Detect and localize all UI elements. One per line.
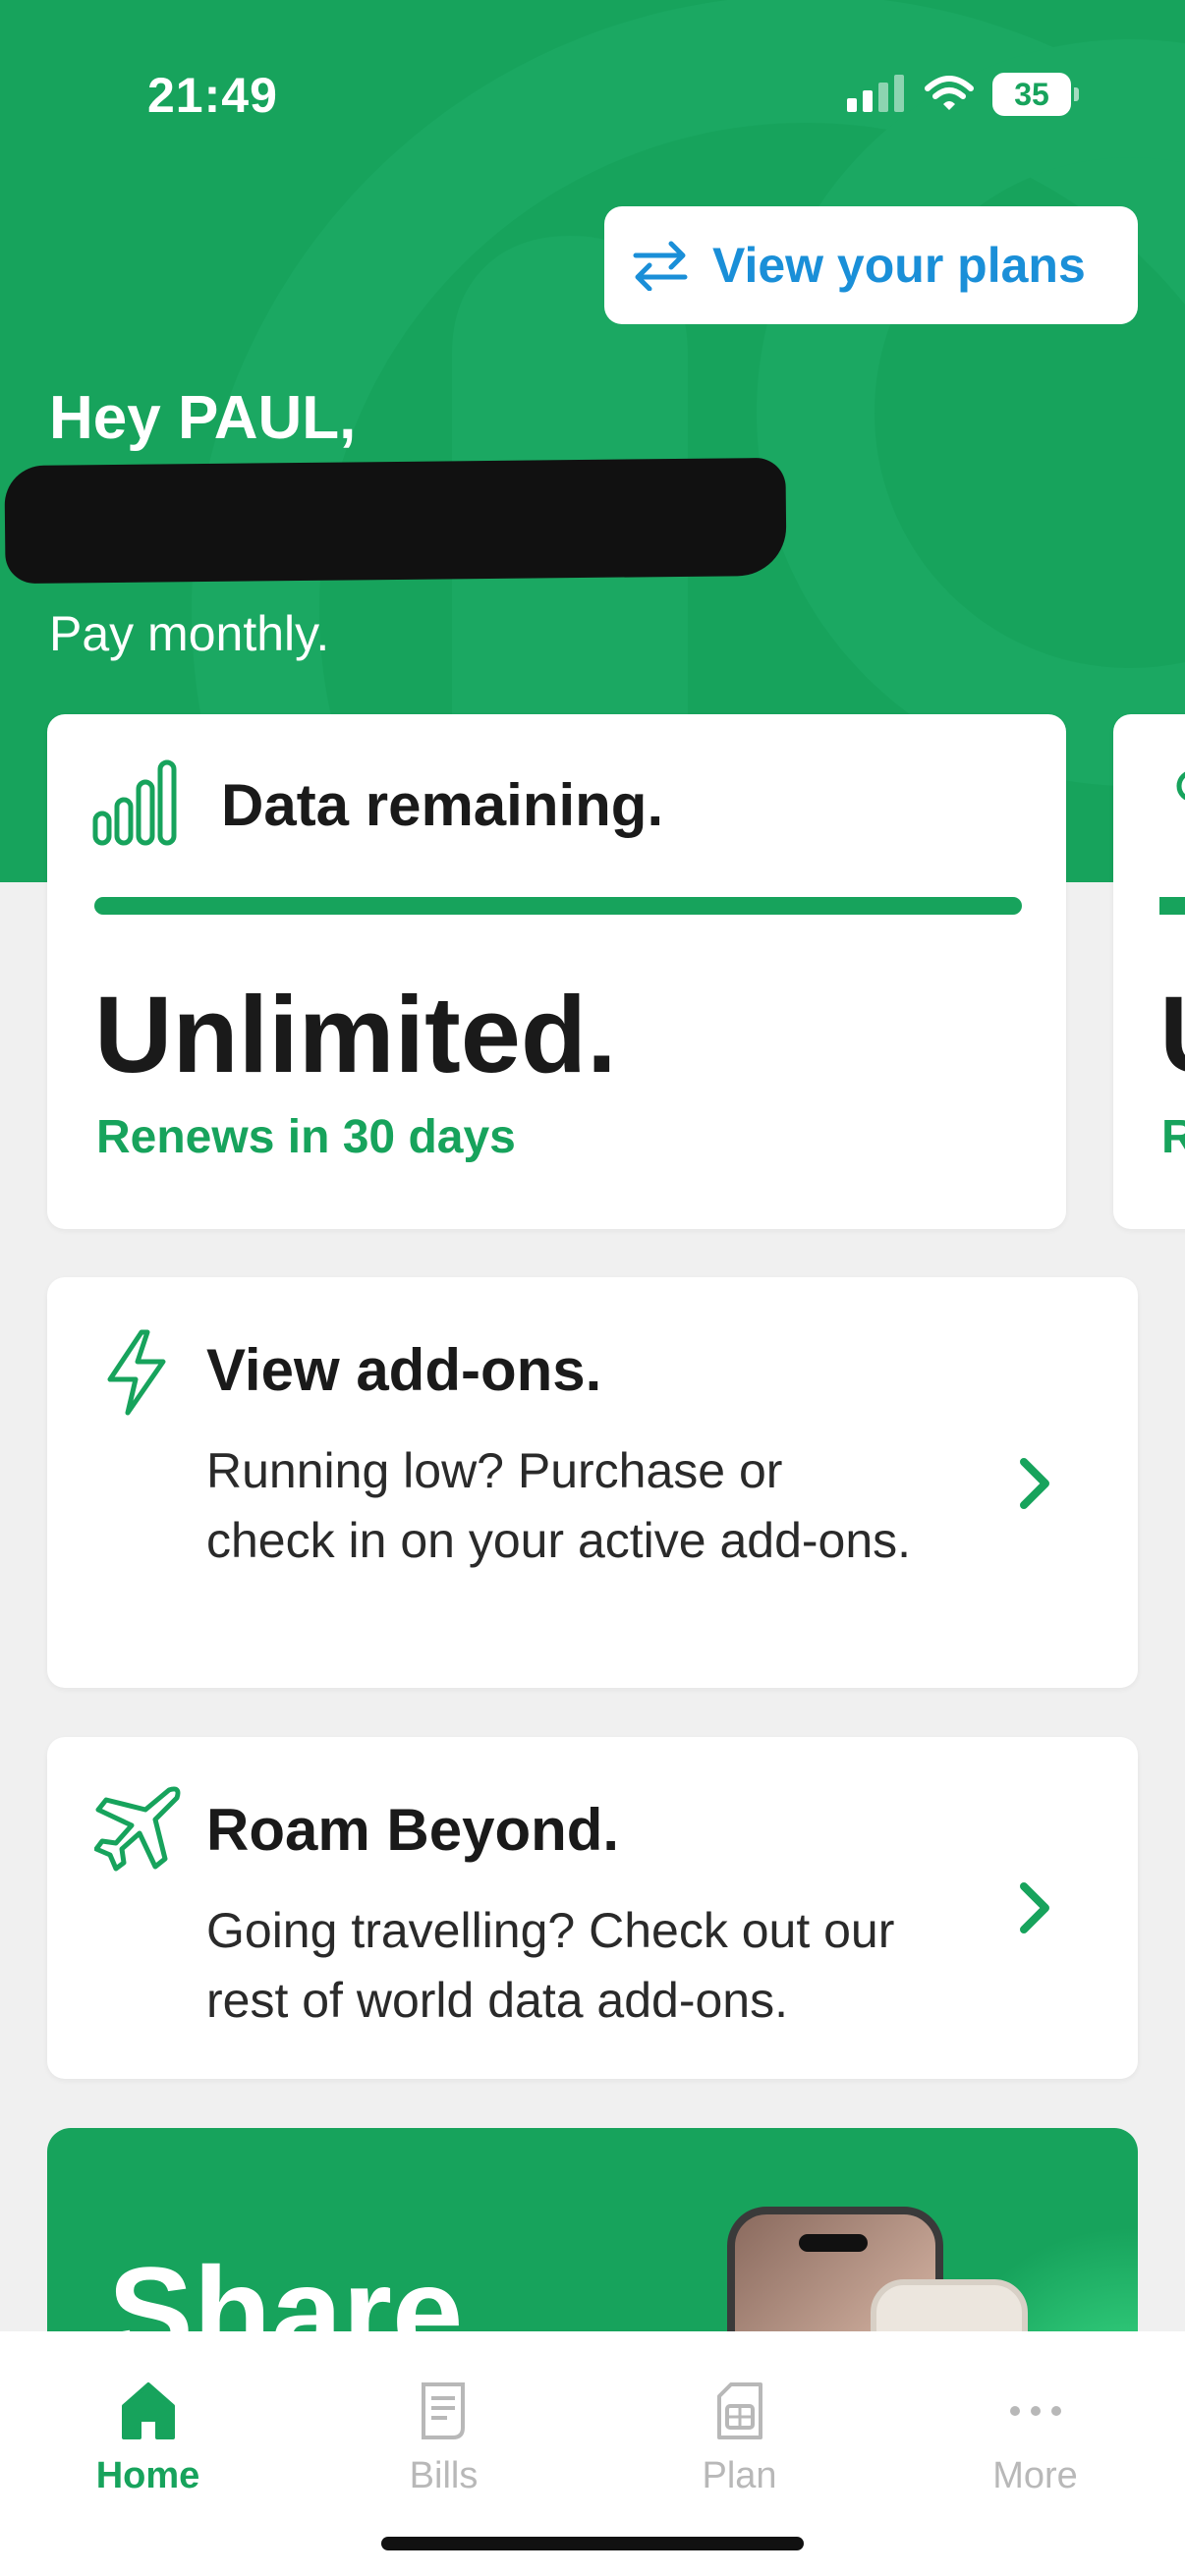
tab-more[interactable]: More bbox=[887, 2331, 1183, 2497]
swap-arrows-icon bbox=[633, 241, 688, 291]
tab-plan[interactable]: Plan bbox=[592, 2331, 887, 2497]
tab-more-label: More bbox=[992, 2455, 1078, 2496]
sim-icon bbox=[716, 2382, 762, 2439]
peek-card-renewal: R bbox=[1161, 1111, 1185, 1163]
roam-title: Roam Beyond. bbox=[206, 1797, 620, 1863]
tab-bills-label: Bills bbox=[409, 2455, 479, 2496]
status-time: 21:49 bbox=[147, 68, 278, 123]
addons-chevron-icon[interactable] bbox=[1016, 1454, 1055, 1513]
renewal-text: Renews in 30 days bbox=[96, 1111, 516, 1163]
signal-icon bbox=[847, 75, 904, 112]
more-icon bbox=[1009, 2406, 1061, 2416]
wifi-icon bbox=[925, 76, 974, 110]
lightning-icon bbox=[107, 1329, 166, 1416]
battery-icon: 35 bbox=[992, 73, 1079, 116]
addons-description: Running low? Purchase or check in on you… bbox=[206, 1443, 912, 1568]
home-icon bbox=[121, 2382, 175, 2439]
home-indicator[interactable] bbox=[381, 2537, 804, 2550]
data-remaining-value: Unlimited. bbox=[94, 975, 617, 1095]
addons-title: View add-ons. bbox=[206, 1337, 602, 1403]
airplane-icon bbox=[94, 1786, 181, 1872]
tab-home[interactable]: Home bbox=[0, 2331, 296, 2497]
peek-progress-bar bbox=[1159, 897, 1185, 915]
roam-description: Going travelling? Check out our rest of … bbox=[206, 1903, 895, 2028]
view-plans-button[interactable]: View your plans bbox=[604, 206, 1138, 324]
roam-chevron-icon[interactable] bbox=[1016, 1878, 1055, 1937]
peek-card-value: U bbox=[1159, 973, 1185, 1097]
data-remaining-title: Data remaining. bbox=[221, 772, 664, 838]
greeting: Hey PAUL, bbox=[49, 384, 357, 452]
tab-plan-label: Plan bbox=[702, 2455, 777, 2496]
phone-dynamic-island bbox=[799, 2234, 868, 2252]
battery-level: 35 bbox=[1014, 76, 1049, 112]
phone-number-redaction bbox=[4, 457, 787, 585]
peek-card-icon bbox=[1176, 771, 1185, 801]
plan-type: Pay monthly. bbox=[49, 606, 330, 661]
status-icons: 35 bbox=[845, 73, 1079, 116]
bills-icon bbox=[421, 2382, 465, 2439]
tab-bills[interactable]: Bills bbox=[296, 2331, 592, 2497]
tab-home-label: Home bbox=[95, 2455, 200, 2496]
view-plans-label: View your plans bbox=[712, 238, 1086, 293]
data-bars-icon bbox=[92, 759, 177, 846]
data-progress-bar bbox=[94, 897, 1022, 915]
